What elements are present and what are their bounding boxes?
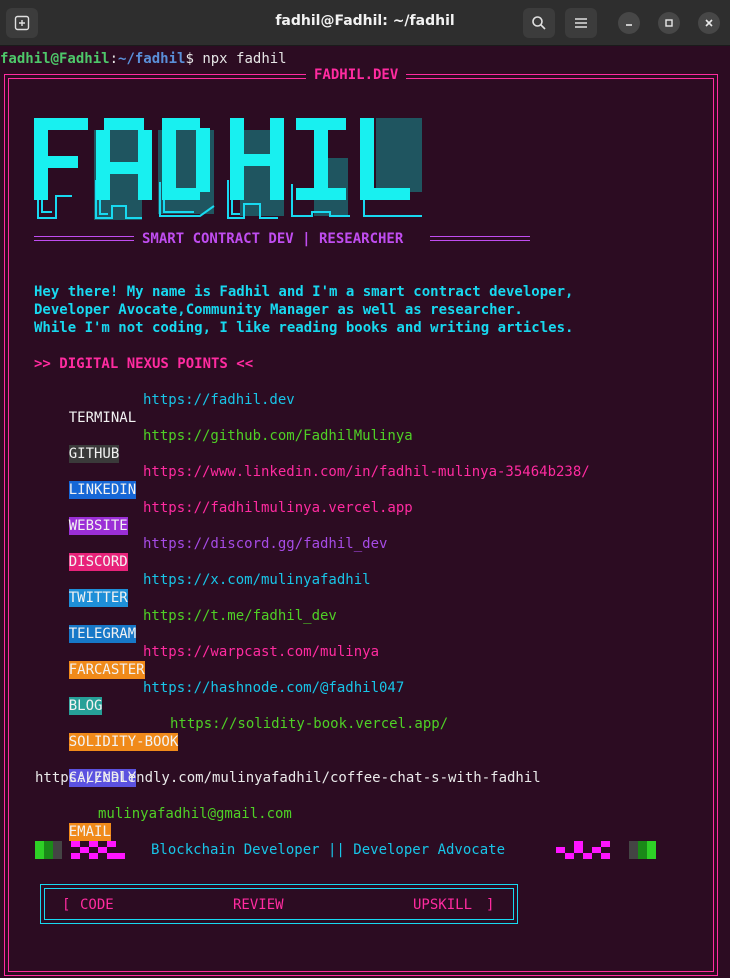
footer-row: Blockchain Developer || Developer Advoca… [35,841,656,859]
pixel-decoration-right [556,841,656,859]
nexus-heading: >> DIGITAL NEXUS POINTS << [34,356,254,372]
intro-line-2: Developer Avocate,Community Manager as w… [34,302,523,318]
link-row-twitter: TWITTER https://x.com/mulinyafadhil [35,571,371,607]
link-row-website: WEBSITE https://fadhilmulinya.vercel.app [35,499,413,535]
link-label-twitter: TWITTER [68,589,128,607]
link-label-discord: DISCORD [68,553,128,571]
prompt-symbol: $ [185,51,194,67]
link-row-solidity-book: SOLIDITY-BOOK https://solidity-book.verc… [35,715,448,751]
subtitle-rule-right [430,236,530,241]
link-label-blog: BLOG [68,697,103,715]
link-row-telegram: TELEGRAM https://t.me/fadhil_dev [35,607,337,643]
link-label-website: WEBSITE [68,517,128,535]
left-bracket: [ [62,897,71,913]
subtitle: SMART CONTRACT DEV | RESEARCHER [142,231,404,247]
link-label-github: GITHUB [68,445,120,463]
prompt-path: ~/fadhil [118,51,186,67]
link-row-terminal: TERMINAL https://fadhil.dev [35,391,295,426]
maximize-icon[interactable] [658,12,680,34]
upskill-button[interactable]: UPSKILL [413,896,472,914]
link-twitter[interactable]: https://x.com/mulinyafadhil [143,571,371,589]
code-button[interactable]: CODE [80,896,114,914]
window-titlebar: fadhil@Fadhil: ~/fadhil [0,0,730,46]
link-terminal[interactable]: https://fadhil.dev [143,391,295,409]
shell-prompt: fadhil@Fadhil:~/fadhil$ npx fadhil [0,50,287,68]
close-icon[interactable] [698,12,720,34]
prompt-user-host: fadhil@Fadhil [0,51,110,67]
link-row-calendly: CALENDLY [35,751,137,787]
prompt-colon: : [109,51,119,67]
link-row-blog: BLOG https://hashnode.com/@fadhil047 [35,679,404,715]
intro-line-1: Hey there! My name is Fadhil and I'm a s… [34,284,574,300]
link-solidity-book[interactable]: https://solidity-book.vercel.app/ [170,715,448,733]
link-row-email: EMAIL mulinyafadhil@gmail.com [35,805,292,841]
link-label-terminal: TERMINAL [68,410,137,426]
link-label-farcaster: FARCASTER [68,661,145,679]
link-telegram[interactable]: https://t.me/fadhil_dev [143,607,337,625]
link-label-solidity-book: SOLIDITY-BOOK [68,733,179,751]
fadhil-logo [34,118,422,220]
prompt-command: npx fadhil [193,51,287,67]
link-calendly[interactable]: https://calendly.com/mulinyafadhil/coffe… [35,769,541,787]
link-website[interactable]: https://fadhilmulinya.vercel.app [143,499,413,517]
search-icon[interactable] [523,8,555,38]
review-button[interactable]: REVIEW [233,896,284,914]
hamburger-menu-icon[interactable] [565,8,597,38]
intro-line-3: While I'm not coding, I like reading boo… [34,320,574,336]
minimize-icon[interactable] [618,12,640,34]
footer-tagline: Blockchain Developer || Developer Advoca… [151,842,506,858]
link-linkedin[interactable]: https://www.linkedin.com/in/fadhil-mulin… [143,463,590,481]
link-email[interactable]: mulinyafadhil@gmail.com [98,805,292,823]
link-label-email: EMAIL [68,823,111,841]
right-bracket: ] [486,897,495,913]
link-row-github: GITHUB https://github.com/FadhilMulinya [35,427,413,463]
link-row-farcaster: FARCASTER https://warpcast.com/mulinya [35,643,379,679]
link-discord[interactable]: https://discord.gg/fadhil_dev [143,535,387,553]
link-label-linkedin: LINKEDIN [68,481,137,499]
link-row-linkedin: LINKEDIN https://www.linkedin.com/in/fad… [35,463,590,499]
intro-text: Hey there! My name is Fadhil and I'm a s… [34,283,573,337]
link-blog[interactable]: https://hashnode.com/@fadhil047 [143,679,404,697]
link-farcaster[interactable]: https://warpcast.com/mulinya [143,643,379,661]
subtitle-rule-left [34,236,134,241]
pixel-decoration-left [35,841,125,859]
subtitle-row: SMART CONTRACT DEV | RESEARCHER [34,230,530,248]
link-label-telegram: TELEGRAM [68,625,137,643]
frame-title: FADHIL.DEV [306,66,407,84]
link-row-discord: DISCORD https://discord.gg/fadhil_dev [35,535,387,571]
link-github[interactable]: https://github.com/FadhilMulinya [143,427,413,445]
terminal-area[interactable]: fadhil@Fadhil:~/fadhil$ npx fadhil FADHI… [0,46,730,978]
